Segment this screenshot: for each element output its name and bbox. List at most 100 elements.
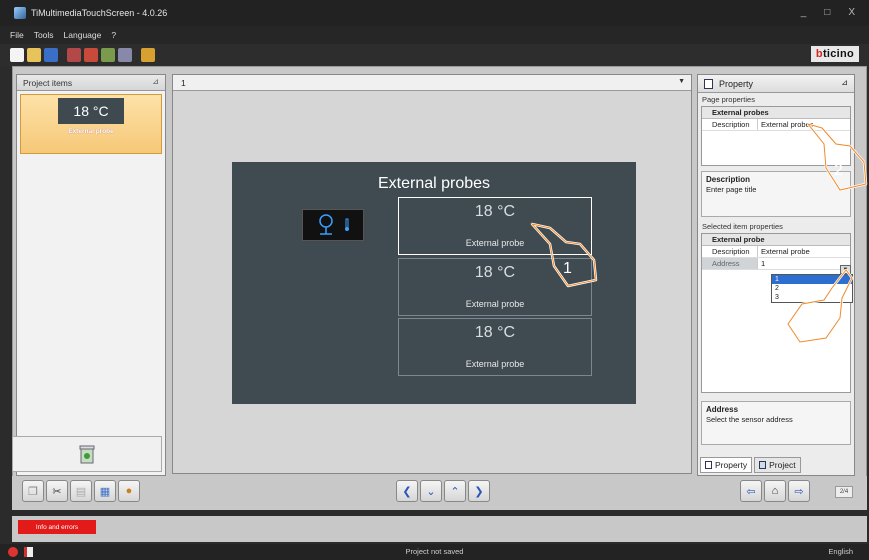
property-icon [705,461,712,469]
tree-icon [319,214,333,235]
selected-item-label: Selected item properties [702,222,783,231]
project-item-thumb: 18 °C [58,98,124,124]
help-text: Enter page title [706,185,757,194]
left-chevron-icon: ❮ [402,485,412,498]
hand-pointer-icon-1 [530,222,598,288]
project-items-header: Project items ⊿ [17,75,165,91]
panel-tabs: Property Project [700,457,852,473]
minimize-button[interactable]: _ [801,7,807,18]
page-navigation: ⇦ ⌂ ⇨ [740,480,810,502]
down-arrow-button[interactable]: ⌄ [420,480,442,502]
right-chevron-icon: ❯ [474,485,484,498]
open-folder-icon[interactable] [27,48,41,62]
tile-label: External probe [465,299,525,309]
paste-icon: ▤ [75,485,87,498]
close-button[interactable]: X [848,7,855,18]
navigation-tools: ❮ ⌄ ⌃ ❯ [396,480,490,502]
project-items-panel: Project items ⊿ 18 °C External probe [16,74,166,476]
thermometer-icon [345,218,349,231]
hand-pointer-icon-3 [786,268,854,344]
maximize-button[interactable]: □ [824,7,830,18]
tab-project[interactable]: Project [754,457,801,473]
window-title: TiMultimediaTouchScreen - 4.0.26 [31,8,168,18]
help-text: Select the sensor address [706,415,793,424]
down-chevron-icon: ⌄ [426,485,436,498]
right-arrow-button[interactable]: ❯ [468,480,490,502]
app-icon [14,7,26,19]
status-message: Project not saved [405,547,464,556]
language-icon[interactable] [141,48,155,62]
page-canvas: 1 ▼ External probes 18 °C External probe… [172,74,692,474]
palette-button[interactable]: ● [118,480,140,502]
copy-icon: ❐ [28,485,38,498]
callout-number-3: 3 [804,310,813,327]
info-strip: Info and errors [12,516,867,542]
menu-bar: File Tools Language ? [0,26,869,44]
pin-icon[interactable]: ⊿ [841,78,848,87]
back-arrow-icon: ⇦ [746,485,756,498]
tile-label: External probe [465,359,525,369]
left-arrow-button[interactable]: ❮ [396,480,418,502]
up-arrow-button[interactable]: ⌃ [444,480,466,502]
item-description-key: Description [702,246,758,257]
cut-button[interactable]: ✂ [46,480,68,502]
copy-button[interactable]: ❐ [22,480,44,502]
address-help-box: Address Select the sensor address [701,401,851,445]
menu-file[interactable]: File [10,30,24,40]
save-icon[interactable] [44,48,58,62]
property-header: Property ⊿ [698,75,854,93]
language-indicator: English [828,547,853,556]
receive-icon[interactable] [84,48,98,62]
page-indicator: 2/4 [835,486,853,498]
project-item[interactable]: 18 °C External probe [20,94,162,154]
settings-icon[interactable] [118,48,132,62]
callout-number-1: 1 [563,260,572,277]
status-bar: Project not saved English [0,544,869,560]
item-group-header: External probe [702,234,850,246]
recycle-bin-icon [79,445,95,464]
paste-button[interactable]: ▤ [70,480,92,502]
forward-arrow-icon: ⇨ [794,485,804,498]
help-title: Address [706,405,739,414]
page-selector-value: 1 [181,77,186,88]
grid-button[interactable]: ▦ [94,480,116,502]
title-bar: TiMultimediaTouchScreen - 4.0.26 _ □ X [0,0,869,26]
bticino-logo: bticino [811,46,859,62]
property-title: Property [719,78,754,89]
address-key: Address [702,258,758,269]
recycle-bin[interactable] [12,436,162,472]
pin-icon[interactable]: ⊿ [152,77,159,86]
item-description-row[interactable]: Description External probe [702,246,850,258]
probe-tile-3[interactable]: 18 °C External probe [398,318,592,376]
hand-pointer-icon-2 [806,122,868,192]
screen-title: External probes [377,175,491,192]
up-chevron-icon: ⌃ [450,485,460,498]
info-errors-button[interactable]: Info and errors [18,520,96,534]
external-probe-icon[interactable] [302,209,364,241]
project-icon [759,461,767,469]
palette-icon: ● [125,485,133,497]
tools-icon[interactable] [101,48,115,62]
new-file-icon[interactable] [10,48,24,62]
item-description-field[interactable]: External probe [758,246,850,257]
transfer-icon[interactable] [67,48,81,62]
page-properties-label: Page properties [702,95,755,104]
forward-button[interactable]: ⇨ [788,480,810,502]
home-icon: ⌂ [771,485,779,497]
menu-language[interactable]: Language [64,30,102,40]
project-items-title: Project items [23,77,73,88]
home-button[interactable]: ⌂ [764,480,786,502]
cut-icon: ✂ [52,485,62,498]
page-description-key: Description [702,119,758,130]
chevron-down-icon[interactable]: ▼ [678,78,685,85]
property-icon [704,78,713,89]
menu-tools[interactable]: Tools [34,30,54,40]
page-selector[interactable]: 1 ▼ [173,75,691,91]
menu-help[interactable]: ? [111,30,116,40]
grid-icon: ▦ [99,485,111,498]
back-button[interactable]: ⇦ [740,480,762,502]
bottom-toolbar: ❐ ✂ ▤ ▦ ● ❮ ⌄ ⌃ ❯ ⇦ ⌂ ⇨ 2/4 [12,476,867,510]
tab-property[interactable]: Property [700,457,753,473]
toolbar [0,44,869,66]
project-item-caption: External probe [68,128,114,135]
